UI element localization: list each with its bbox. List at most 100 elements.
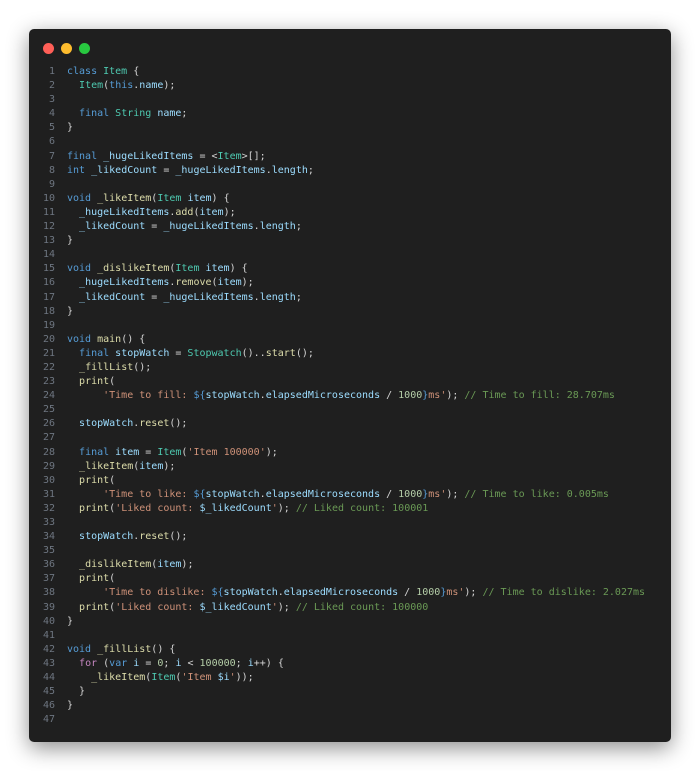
code-line: 39 print('Liked count: $_likedCount'); /…	[29, 601, 671, 615]
code-token: int	[67, 164, 92, 176]
line-text: final String name;	[67, 107, 187, 121]
code-token: 1000	[398, 488, 423, 500]
minimize-button[interactable]	[61, 43, 72, 54]
line-number: 8	[48, 164, 55, 176]
code-token: /	[380, 390, 399, 402]
code-line: 15 void _dislikeItem(Item item) {	[29, 262, 671, 276]
code-token: ${	[211, 587, 224, 599]
code-token: );	[446, 390, 465, 402]
line-text: _likedCount = _hugeLikedItems.length;	[67, 291, 302, 305]
line-text: final stopWatch = Stopwatch()..start();	[67, 347, 314, 361]
code-token: item	[187, 192, 212, 204]
code-token: // Liked count: 100001	[295, 502, 429, 514]
maximize-button[interactable]	[79, 43, 90, 54]
code-token: item	[139, 460, 164, 472]
code-line: 27	[29, 431, 671, 445]
code-token: () {	[121, 333, 146, 345]
line-text: print('Liked count: $_likedCount'); // L…	[67, 502, 428, 516]
line-text: stopWatch.reset();	[67, 417, 187, 431]
code-token: final	[79, 446, 116, 458]
code-editor[interactable]: 1 class Item {2 Item(this.name); 3 4 final …	[29, 65, 671, 727]
code-token: ms'	[428, 488, 447, 500]
code-token: Item	[217, 150, 242, 162]
code-line: 8 int _likedCount = _hugeLikedItems.lengt…	[29, 164, 671, 178]
code-token: }	[67, 700, 74, 712]
line-number: 31	[42, 488, 55, 500]
line-text: stopWatch.reset();	[67, 530, 187, 544]
code-token: $_likedCount	[199, 502, 272, 514]
code-line: 41	[29, 629, 671, 643]
code-token: );	[241, 277, 254, 289]
line-number: 12	[42, 221, 55, 233]
code-line: 35	[29, 544, 671, 558]
code-line: 43 for (var i = 0; i < 100000; i++) {	[29, 657, 671, 671]
close-button[interactable]	[43, 43, 54, 54]
line-number: 20	[42, 333, 55, 345]
code-line: 19	[29, 319, 671, 333]
code-token: length	[259, 221, 296, 233]
line-text: _hugeLikedItems.add(item);	[67, 206, 236, 220]
code-token: // Liked count: 100000	[295, 601, 429, 613]
code-token: stopWatch	[79, 418, 134, 430]
code-line: 44 _likeItem(Item('Item $i'));	[29, 671, 671, 685]
line-number: 36	[42, 559, 55, 571]
code-token: // Time to fill: 28.707ms	[464, 390, 615, 402]
code-line: 7 final _hugeLikedItems = <Item>[];	[29, 150, 671, 164]
code-line: 30 print(	[29, 474, 671, 488]
code-token: Item	[151, 672, 176, 684]
line-text: 'Time to like: ${stopWatch.elapsedMicros…	[67, 488, 609, 502]
line-number: 6	[48, 136, 55, 148]
code-token: $i	[217, 672, 230, 684]
line-text: 'Time to dislike: ${stopWatch.elapsedMic…	[67, 586, 645, 600]
line-number: 4	[48, 108, 55, 120]
code-token: print	[79, 573, 110, 585]
line-text: _likedCount = _hugeLikedItems.length;	[67, 220, 302, 234]
code-token: ms'	[446, 587, 465, 599]
line-number: 32	[42, 502, 55, 514]
code-token: }	[67, 305, 74, 317]
code-token: elapsedMicroseconds	[283, 587, 399, 599]
code-token: _hugeLikedItems	[79, 206, 170, 218]
code-token: _fillList	[97, 643, 152, 655]
code-token: );	[163, 80, 176, 92]
line-text: for (var i = 0; i < 100000; i++) {	[67, 657, 284, 671]
code-line: 14	[29, 248, 671, 262]
code-line: 45 }	[29, 685, 671, 699]
code-token: Item	[157, 192, 188, 204]
code-token: var	[109, 657, 134, 669]
code-token: name	[139, 80, 164, 92]
code-token: print	[79, 474, 110, 486]
code-token: print	[79, 502, 110, 514]
code-token: ;	[307, 164, 314, 176]
code-token: elapsedMicroseconds	[265, 390, 381, 402]
line-number: 11	[42, 206, 55, 218]
line-number: 17	[42, 291, 55, 303]
line-number: 5	[48, 122, 55, 134]
code-token: item	[199, 206, 224, 218]
line-number: 13	[42, 235, 55, 247]
code-token: {	[127, 66, 140, 77]
code-token: stopWatch	[205, 390, 260, 402]
code-token: final	[79, 347, 116, 359]
code-token: item	[115, 446, 140, 458]
code-token: 100000	[199, 657, 236, 669]
code-token: );	[446, 488, 465, 500]
line-text: }	[67, 234, 73, 248]
code-token: }	[67, 122, 74, 134]
code-token: );	[464, 587, 483, 599]
code-line: 18}	[29, 305, 671, 319]
line-number: 26	[42, 418, 55, 430]
code-token: ;	[295, 221, 302, 233]
code-line: 25	[29, 403, 671, 417]
code-token: _hugeLikedItems	[79, 277, 170, 289]
